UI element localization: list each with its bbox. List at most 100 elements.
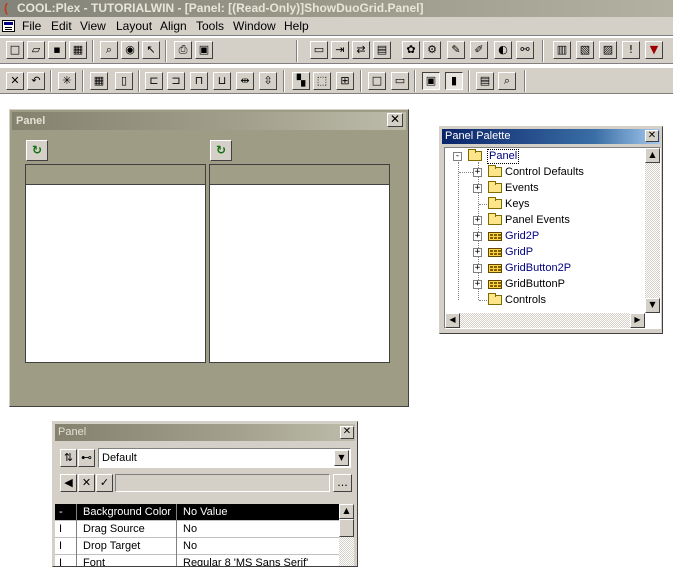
menu-edit[interactable]: Edit	[51, 17, 72, 35]
settings-icon[interactable]: ⚙	[423, 41, 441, 59]
property-panel-window[interactable]: Panel ✕ ⇅ ⊷ Default ▼ ◀ ✕ ✓ ... - Backgr…	[52, 421, 358, 567]
align-right-icon[interactable]: ⊐	[167, 72, 185, 90]
scroll-left-icon[interactable]: ◀	[445, 313, 460, 328]
expand-icon[interactable]: +	[473, 264, 482, 273]
palette-tree[interactable]: - Panel + Control Defaults + Events Keys…	[444, 147, 661, 329]
panel-palette-window[interactable]: Panel Palette ✕ - Panel + Control Defaul…	[439, 126, 663, 334]
menu-window[interactable]: Window	[233, 17, 276, 35]
grid-right[interactable]	[209, 164, 390, 363]
comment-icon[interactable]: ▭	[310, 41, 328, 59]
ellipsis-button[interactable]: ...	[333, 474, 352, 492]
property-row[interactable]: I Drop Target No	[55, 538, 339, 555]
scroll-up-icon[interactable]: ▲	[339, 504, 354, 519]
zoom-icon[interactable]: ⌕	[498, 72, 516, 90]
previous-icon[interactable]: ◀	[60, 474, 77, 492]
property-row[interactable]: I Font Regular 8 'MS Sans Serif'	[55, 555, 339, 566]
panel-icon[interactable]: ▥	[553, 41, 571, 59]
expand-icon[interactable]: +	[473, 184, 482, 193]
property-row[interactable]: I Drag Source No	[55, 521, 339, 538]
scroll-right-icon[interactable]: ▶	[630, 313, 645, 328]
align-left-icon[interactable]: ⊏	[145, 72, 163, 90]
palette-horizontal-scrollbar[interactable]	[460, 313, 630, 328]
tree-node-keys[interactable]: Keys	[445, 196, 660, 212]
tree-node-grid2p[interactable]: + Grid2P	[445, 228, 660, 244]
split-icon[interactable]: ▮	[445, 72, 463, 90]
expand-icon[interactable]: +	[473, 216, 482, 225]
print-icon[interactable]: ⎙	[174, 41, 192, 59]
expand-icon[interactable]: +	[473, 248, 482, 257]
expand-icon[interactable]: +	[473, 168, 482, 177]
distribute-h-icon[interactable]: ⇹	[236, 72, 254, 90]
panel-window-close-button[interactable]: ✕	[387, 113, 403, 127]
document-system-icon[interactable]	[2, 20, 15, 32]
group-icon[interactable]: ⊞	[336, 72, 354, 90]
collapse-icon[interactable]: -	[453, 152, 462, 161]
grid-icon[interactable]: ▦	[90, 72, 108, 90]
cancel-icon[interactable]: ✕	[78, 474, 95, 492]
menu-file[interactable]: File	[22, 17, 41, 35]
tree-node-gridbuttonp[interactable]: + GridButtonP	[445, 276, 660, 292]
save-icon[interactable]: ▪	[48, 41, 66, 59]
palette-vertical-scrollbar[interactable]	[645, 163, 660, 298]
tree-node-controls[interactable]: Controls	[445, 292, 660, 308]
menu-tools[interactable]: Tools	[196, 17, 224, 35]
function-icon[interactable]: ▨	[599, 41, 617, 59]
menu-view[interactable]: View	[80, 17, 106, 35]
asterisk-icon[interactable]: ✳	[58, 72, 76, 90]
tree-node-panel-events[interactable]: + Panel Events	[445, 212, 660, 228]
panel-palette-close-button[interactable]: ✕	[645, 130, 659, 142]
editor-icon[interactable]: ✐	[470, 41, 488, 59]
save-all-icon[interactable]: ▦	[69, 41, 87, 59]
menu-align[interactable]: Align	[160, 17, 187, 35]
accept-icon[interactable]: ✓	[96, 474, 113, 492]
grid-right-refresh-button[interactable]: ↻	[210, 140, 232, 161]
property-set-dropdown[interactable]: Default ▼	[98, 448, 351, 468]
field-icon[interactable]: ▭	[391, 72, 409, 90]
property-row[interactable]: - Background Color No Value	[55, 504, 339, 521]
select-all-icon[interactable]: ⬚	[313, 72, 331, 90]
chevron-down-icon[interactable]: ▼	[334, 450, 349, 466]
expand-icon[interactable]: +	[473, 280, 482, 289]
flag-icon[interactable]: ▼	[645, 41, 663, 59]
distribute-v-icon[interactable]: ⇳	[259, 72, 277, 90]
new-icon[interactable]: □	[6, 41, 24, 59]
pointer-icon[interactable]: ↖	[142, 41, 160, 59]
grid-left-refresh-button[interactable]: ↻	[26, 140, 48, 161]
scroll-up-icon[interactable]: ▲	[645, 148, 660, 163]
undo-icon[interactable]: ↶	[27, 72, 45, 90]
tree-node-gridbutton2p[interactable]: + GridButton2P	[445, 260, 660, 276]
property-value-input[interactable]	[115, 474, 330, 492]
sort-icon[interactable]: ⇅	[60, 449, 77, 467]
frame-icon[interactable]: ▤	[476, 72, 494, 90]
palette-icon[interactable]: ✿	[402, 41, 420, 59]
scrollbar-thumb[interactable]	[339, 519, 354, 537]
expand-icon[interactable]: +	[473, 232, 482, 241]
info-icon[interactable]: ◐	[494, 41, 512, 59]
find-icon[interactable]: ⌕	[100, 41, 118, 59]
open-icon[interactable]: ▱	[27, 41, 45, 59]
tree-node-gridp[interactable]: + GridP	[445, 244, 660, 260]
warning-icon[interactable]: !	[622, 41, 640, 59]
property-panel-title-bar[interactable]: Panel	[55, 424, 355, 441]
link-icon[interactable]: ⚯	[516, 41, 534, 59]
report-icon[interactable]: ▧	[576, 41, 594, 59]
scroll-down-icon[interactable]: ▼	[645, 298, 660, 313]
box-icon[interactable]: □	[368, 72, 386, 90]
order-icon[interactable]: ▚	[292, 72, 310, 90]
model-icon[interactable]: ▤	[373, 41, 391, 59]
panel-palette-title-bar[interactable]: Panel Palette	[442, 129, 660, 144]
property-panel-close-button[interactable]: ✕	[340, 426, 354, 439]
text-icon[interactable]: ▯	[115, 72, 133, 90]
tree-view-icon[interactable]: ⊷	[78, 449, 95, 467]
menu-help[interactable]: Help	[284, 17, 309, 35]
grid-left[interactable]	[25, 164, 206, 363]
align-bottom-icon[interactable]: ⊔	[213, 72, 231, 90]
transfer-icon[interactable]: ⇄	[352, 41, 370, 59]
align-top-icon[interactable]: ⊓	[190, 72, 208, 90]
panel-window[interactable]: Panel ✕ ↻ ↻	[9, 109, 409, 407]
menu-layout[interactable]: Layout	[116, 17, 152, 35]
panel-view-icon[interactable]: ▣	[422, 72, 440, 90]
wrench-icon[interactable]: ✎	[447, 41, 465, 59]
tree-node-events[interactable]: + Events	[445, 180, 660, 196]
export-icon[interactable]: ⇥	[331, 41, 349, 59]
